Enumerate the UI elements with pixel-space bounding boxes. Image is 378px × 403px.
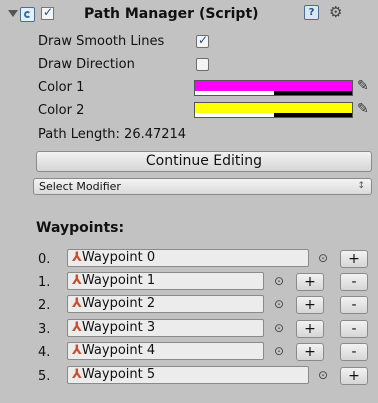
draw-direction-checkbox[interactable] bbox=[196, 58, 209, 71]
waypoint-index: 4. bbox=[38, 345, 51, 360]
waypoint-index: 2. bbox=[38, 298, 51, 313]
waypoint-name: Waypoint 2 bbox=[81, 296, 156, 311]
add-waypoint-button[interactable]: + bbox=[340, 367, 368, 385]
draw-smooth-lines-label: Draw Smooth Lines bbox=[38, 34, 165, 49]
waypoint-name: Waypoint 3 bbox=[81, 320, 156, 335]
waypoint-index: 0. bbox=[38, 252, 51, 267]
help-icon[interactable]: ? bbox=[304, 5, 319, 20]
waypoint-index: 1. bbox=[38, 275, 51, 290]
object-picker-icon[interactable]: ⊙ bbox=[318, 251, 328, 265]
add-waypoint-button[interactable]: + bbox=[296, 343, 324, 361]
waypoint-object-field[interactable]: ⅄Waypoint 5 bbox=[67, 366, 309, 384]
remove-waypoint-button[interactable]: - bbox=[340, 273, 368, 291]
add-waypoint-button[interactable]: + bbox=[340, 250, 368, 268]
transform-icon: ⅄ bbox=[72, 273, 82, 288]
waypoint-object-field[interactable]: ⅄Waypoint 1 bbox=[67, 272, 264, 290]
draw-smooth-lines-checkbox[interactable] bbox=[196, 33, 209, 48]
object-picker-icon[interactable]: ⊙ bbox=[318, 368, 328, 382]
object-picker-icon[interactable]: ⊙ bbox=[274, 274, 284, 288]
waypoint-name: Waypoint 0 bbox=[81, 250, 156, 265]
component-title: Path Manager (Script) bbox=[84, 6, 259, 22]
waypoint-object-field[interactable]: ⅄Waypoint 4 bbox=[67, 342, 264, 360]
color2-field[interactable] bbox=[194, 102, 353, 118]
color1-alpha-bar bbox=[195, 91, 352, 95]
color2-label: Color 2 bbox=[38, 103, 85, 118]
waypoints-title: Waypoints: bbox=[36, 220, 125, 236]
component-enabled-checkbox[interactable] bbox=[41, 5, 54, 20]
continue-editing-button[interactable]: Continue Editing bbox=[36, 151, 372, 172]
eyedropper-icon[interactable]: ✎ bbox=[357, 78, 369, 94]
path-length-text: Path Length: 26.47214 bbox=[38, 127, 187, 142]
transform-icon: ⅄ bbox=[72, 296, 82, 311]
waypoint-name: Waypoint 5 bbox=[81, 367, 156, 382]
object-picker-icon[interactable]: ⊙ bbox=[274, 344, 284, 358]
transform-icon: ⅄ bbox=[72, 250, 82, 265]
component-header: Path Manager (Script) ? ⚙ bbox=[0, 0, 378, 30]
eyedropper-icon[interactable]: ✎ bbox=[357, 101, 369, 117]
dropdown-arrow-icon: ↕ bbox=[357, 181, 365, 191]
transform-icon: ⅄ bbox=[72, 343, 82, 358]
gear-icon[interactable]: ⚙ bbox=[329, 3, 342, 21]
waypoint-object-field[interactable]: ⅄Waypoint 2 bbox=[67, 295, 264, 313]
transform-icon: ⅄ bbox=[72, 320, 82, 335]
color2-alpha-bar bbox=[195, 113, 352, 117]
select-modifier-value: Select Modifier bbox=[39, 180, 121, 193]
script-icon bbox=[20, 7, 35, 22]
waypoint-name: Waypoint 1 bbox=[81, 273, 156, 288]
foldout-arrow-icon[interactable] bbox=[8, 10, 18, 17]
waypoint-index: 5. bbox=[38, 369, 51, 384]
add-waypoint-button[interactable]: + bbox=[296, 296, 324, 314]
remove-waypoint-button[interactable]: - bbox=[340, 296, 368, 314]
object-picker-icon[interactable]: ⊙ bbox=[274, 321, 284, 335]
waypoint-index: 3. bbox=[38, 322, 51, 337]
draw-direction-label: Draw Direction bbox=[38, 57, 135, 72]
color1-label: Color 1 bbox=[38, 80, 85, 95]
remove-waypoint-button[interactable]: - bbox=[340, 320, 368, 338]
color1-field[interactable] bbox=[194, 80, 353, 96]
waypoint-object-field[interactable]: ⅄Waypoint 0 bbox=[67, 249, 309, 267]
transform-icon: ⅄ bbox=[72, 367, 82, 382]
waypoint-object-field[interactable]: ⅄Waypoint 3 bbox=[67, 319, 264, 337]
add-waypoint-button[interactable]: + bbox=[296, 273, 324, 291]
add-waypoint-button[interactable]: + bbox=[296, 320, 324, 338]
waypoint-name: Waypoint 4 bbox=[81, 343, 156, 358]
remove-waypoint-button[interactable]: - bbox=[340, 343, 368, 361]
select-modifier-dropdown[interactable]: Select Modifier ↕ bbox=[33, 178, 372, 195]
object-picker-icon[interactable]: ⊙ bbox=[274, 297, 284, 311]
